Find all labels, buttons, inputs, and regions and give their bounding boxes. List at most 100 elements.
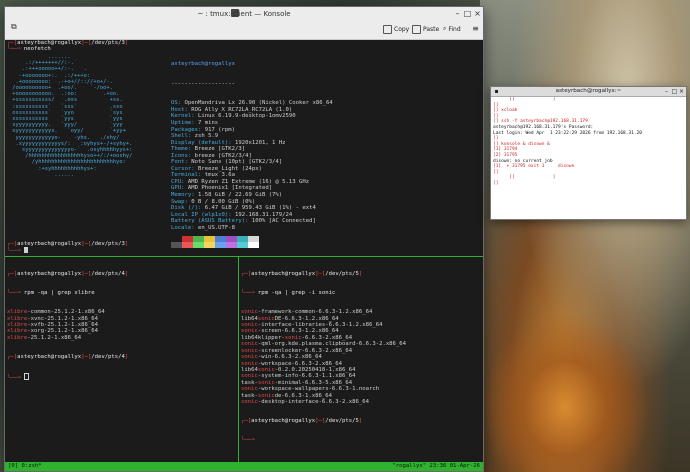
info-divider: ------------------- (171, 80, 235, 87)
palette-swatch (193, 242, 204, 248)
info-colon: : (228, 211, 236, 218)
info-colon: : (197, 205, 205, 212)
match-highlight: sonic (241, 341, 258, 348)
pane-divider-vertical[interactable] (238, 257, 239, 462)
info-colon: : (228, 139, 236, 146)
xterm-maximize-icon[interactable]: □ (671, 87, 678, 96)
info-key: Memory (171, 192, 192, 199)
prompt-line-2: └──╼ neofetch (7, 46, 51, 53)
window-titlebar[interactable]: ~ : tmux: client — Konsole – □ × ⧉ Copy … (5, 7, 483, 40)
info-value: AMD Ryzen Z1 Extreme (16) @ 5.13 GHz (187, 178, 310, 185)
info-value: OpenMandriva Lx 26.90 (Nickel) Cooker x8… (184, 100, 333, 107)
tmux-status-bar: [0] 0:zsh* "rogallyx" 23:36 01-Apr-26 (5, 462, 483, 471)
xterm-menu-icon[interactable]: ▪ (493, 87, 500, 96)
info-colon: : (191, 120, 198, 127)
paste-icon (412, 24, 421, 34)
logo-line: +sssssssssss/ .oss +ss. (9, 97, 123, 104)
paste-button[interactable]: Paste (412, 23, 439, 35)
logo-line: /yhhhhhhhhhhhhhhhhhhhhhhhhyo: (9, 159, 126, 166)
palette-swatch (237, 242, 248, 248)
xterm-terminal-area[interactable]: [[ ][][] xcloak[][] ssh -Y asteyrbach@19… (493, 97, 684, 217)
info-value: 192.168.31.179/24 (235, 211, 293, 218)
pane-divider-horizontal[interactable] (5, 256, 483, 257)
menu-icon[interactable]: ⧉ (11, 23, 19, 31)
match-highlight: xlibre (7, 334, 28, 341)
match-highlight: xlibre (7, 322, 28, 329)
minimize-icon[interactable]: – (453, 9, 462, 18)
xterm-titlebar[interactable]: ▪ asteyrbach@rogallyx:~ – □ × (491, 87, 686, 97)
window-title: ~ : tmux: client — Konsole (197, 10, 291, 18)
info-key: Uptime (171, 120, 192, 127)
match-highlight: xlibre (7, 315, 28, 322)
tmux-pane-bottom-left[interactable]: ┌─[asteyrbach@rogallyx]─[/dev/pts/4] └──… (7, 258, 237, 458)
match-highlight: xlibre (7, 309, 28, 316)
konsole-window[interactable]: ~ : tmux: client — Konsole – □ × ⧉ Copy … (4, 6, 484, 472)
prompt-cursor-line: └──╼ (7, 373, 237, 381)
info-colon: : (197, 126, 205, 133)
info-key: Icons (171, 152, 188, 159)
palette-swatch (248, 242, 259, 248)
match-highlight: sonic (257, 392, 275, 399)
info-value: Linux 6.19.9-desktop-1omv2590 (197, 113, 296, 120)
palette-swatch (182, 242, 193, 248)
info-key: CPU (171, 178, 182, 185)
copy-label: Copy (394, 25, 410, 33)
prompt-line: ┌─[asteyrbach@rogallyx]─[/dev/pts/4] (7, 270, 129, 277)
xterm-minimize-icon[interactable]: – (663, 87, 670, 96)
info-colon: : (191, 224, 198, 231)
info-value: 917 (rpm) (204, 126, 236, 133)
info-key: Cursor (171, 165, 192, 172)
prompt-command: neofetch (23, 46, 51, 53)
match-highlight: sonic (257, 366, 275, 373)
hamburger-menu-icon[interactable]: ≡ (471, 24, 480, 33)
info-key: Local IP (wlp1s0) (171, 211, 229, 218)
paste-label: Paste (423, 25, 440, 33)
prompt-line-4: └──╼ (7, 247, 28, 254)
palette-swatch (171, 242, 182, 248)
logo-line: :ssssssssss` `sss` .sso (9, 103, 123, 110)
info-colon: : (187, 146, 195, 153)
info-key: Theme (171, 146, 188, 153)
info-colon: : (191, 113, 198, 120)
prompt-cursor-line: └──╼ (241, 437, 258, 444)
info-row: Locale: en_US.UTF-8 (171, 225, 333, 232)
info-key: Swap (171, 198, 185, 205)
logo-line: oyyyyyyyyyyys. `oyy/ `+yy+ (9, 128, 126, 135)
result-line: xlibre-25.1.2-1.x86_64 (7, 334, 82, 341)
xterm-window[interactable]: ▪ asteyrbach@rogallyx:~ – □ × [[ ][][] x… (490, 86, 687, 220)
match-highlight: sonic (284, 334, 302, 341)
info-key: Packages (171, 126, 198, 133)
find-button[interactable]: ⌕ Find (443, 23, 461, 35)
info-header: asteyrbach@rogallyx (171, 61, 235, 68)
info-colon: : (177, 100, 185, 107)
copy-icon (383, 24, 392, 34)
status-window-list[interactable]: [0] 0:zsh* (8, 462, 42, 471)
tmux-pane-bottom-right[interactable]: ┌─[asteyrbach@rogallyx]─[/dev/pts/5] └──… (241, 258, 481, 458)
terminal-area[interactable]: ┌─[asteyrbach@rogallyx]─[/dev/pts/3] └──… (5, 40, 483, 462)
info-value: Breeze [GTK2/3] (194, 146, 246, 153)
logo-line: yyyyyyyyyyyyo- -yhs. ./shy/ (9, 134, 120, 141)
close-icon[interactable]: × (473, 9, 482, 18)
prompt-command-line: └──╼ rpm -qa | grep xlibre (7, 290, 95, 297)
match-highlight: sonic (241, 386, 258, 393)
copy-button[interactable]: Copy (383, 23, 409, 35)
tmux-pane-top[interactable]: ┌─[asteyrbach@rogallyx]─[/dev/pts/3] └──… (7, 40, 481, 256)
cursor (23, 247, 28, 254)
search-icon: ⌕ (443, 25, 447, 32)
info-value: AMD Phoenix1 [Integrated] (187, 185, 273, 192)
match-highlight: xlibre (7, 328, 28, 335)
maximize-icon[interactable]: □ (463, 9, 472, 18)
info-value: tmux 3.6a (204, 172, 236, 179)
find-label: Find (448, 25, 461, 33)
prompt-user: asteyrbach@rogallyx (17, 270, 82, 277)
color-palette (171, 236, 259, 248)
prompt-path-2: /dev/pts/5 (325, 418, 359, 425)
prompt-line-after: ┌─[asteyrbach@rogallyx]─[/dev/pts/4] (7, 354, 129, 361)
match-highlight: sonic (241, 398, 258, 405)
desktop-wallpaper-accent (480, 312, 650, 472)
prompt-line: ┌─[asteyrbach@rogallyx]─[/dev/pts/5] (241, 270, 363, 277)
xterm-close-icon[interactable]: × (678, 87, 685, 96)
info-key: OS (171, 100, 178, 107)
match-highlight: sonic (241, 322, 258, 329)
info-value: en_US.UTF-8 (197, 224, 236, 231)
